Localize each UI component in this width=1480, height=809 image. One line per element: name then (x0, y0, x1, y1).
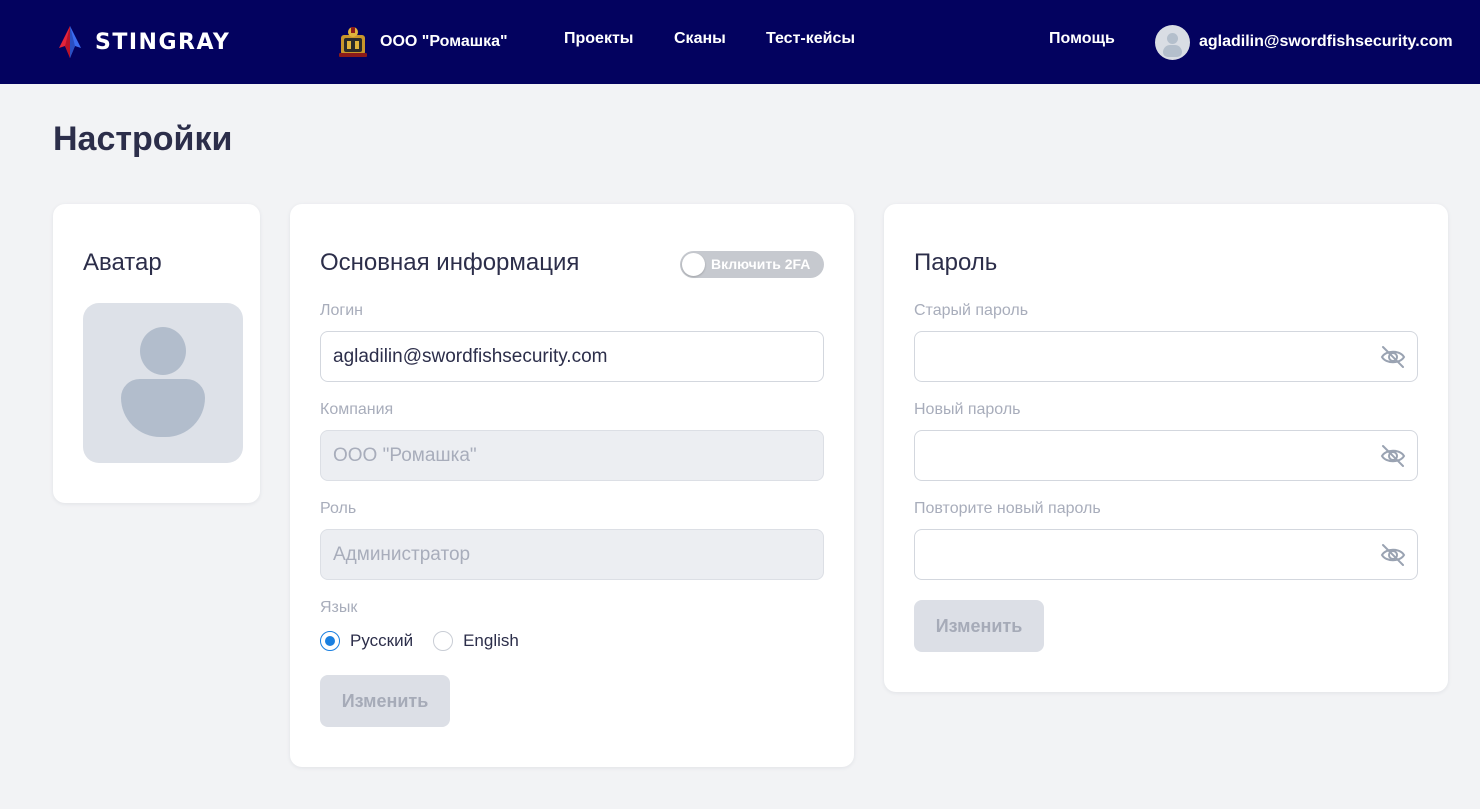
avatar-upload[interactable] (83, 303, 243, 463)
company-field: ООО "Ромашка" (320, 430, 824, 481)
user-email: agladilin@swordfishsecurity.com (1199, 33, 1453, 50)
role-label: Роль (320, 500, 357, 517)
old-password-field[interactable] (914, 331, 1418, 382)
org-emblem-icon (339, 27, 367, 57)
avatar-placeholder-icon (140, 327, 186, 375)
save-info-button[interactable]: Изменить (320, 675, 450, 727)
app-logo[interactable]: STINGRAY (53, 24, 230, 60)
password-card-title: Пароль (914, 249, 998, 276)
toggle-knob (682, 253, 705, 276)
radio-russian-label: Русский (350, 631, 414, 650)
avatar-card-title: Аватар (83, 249, 162, 276)
toggle-2fa-label: Включить 2FA (711, 256, 811, 272)
logo-text: STINGRAY (95, 29, 231, 55)
nav-projects[interactable]: Проекты (564, 30, 633, 48)
company-label: Компания (320, 401, 394, 418)
language-radio-group: Русский English (320, 630, 539, 652)
basic-info-title: Основная информация (320, 249, 580, 276)
user-menu[interactable]: agladilin@swordfishsecurity.com (1155, 24, 1453, 60)
nav-help[interactable]: Помощь (1049, 30, 1115, 48)
change-password-button[interactable]: Изменить (914, 600, 1044, 652)
eye-off-icon[interactable] (1379, 344, 1407, 370)
repeat-password-label: Повторите новый пароль (914, 500, 1101, 517)
old-password-label: Старый пароль (914, 302, 1029, 319)
user-avatar-icon (1155, 24, 1190, 60)
eye-off-icon[interactable] (1379, 443, 1407, 469)
role-field: Администратор (320, 529, 824, 580)
top-navbar: STINGRAY ООО "Ромашка" Проекты Сканы Тес… (0, 0, 1480, 84)
login-label: Логин (320, 302, 364, 319)
new-password-label: Новый пароль (914, 401, 1021, 418)
radio-russian[interactable]: Русский (320, 631, 413, 651)
password-card: Пароль Старый пароль Новый пароль Повтор… (884, 204, 1448, 692)
nav-scans[interactable]: Сканы (674, 30, 726, 48)
stingray-logo-icon (59, 26, 81, 58)
basic-info-card: Основная информация Включить 2FA Логин a… (290, 204, 854, 767)
page-title: Настройки (53, 120, 233, 158)
radio-english[interactable]: English (433, 631, 519, 651)
avatar-card: Аватар (53, 204, 260, 503)
language-label: Язык (320, 599, 358, 616)
radio-english-label: English (463, 631, 519, 650)
org-name: ООО "Ромашка" (380, 33, 508, 50)
nav-test-cases[interactable]: Тест-кейсы (766, 30, 855, 48)
radio-dot (433, 631, 454, 651)
login-field[interactable]: agladilin@swordfishsecurity.com (320, 331, 824, 382)
toggle-2fa[interactable]: Включить 2FA (680, 251, 824, 278)
org-switcher[interactable]: ООО "Ромашка" (338, 24, 508, 60)
new-password-field[interactable] (914, 430, 1418, 481)
repeat-password-field[interactable] (914, 529, 1418, 580)
eye-off-icon[interactable] (1379, 542, 1407, 568)
radio-dot (320, 631, 340, 651)
